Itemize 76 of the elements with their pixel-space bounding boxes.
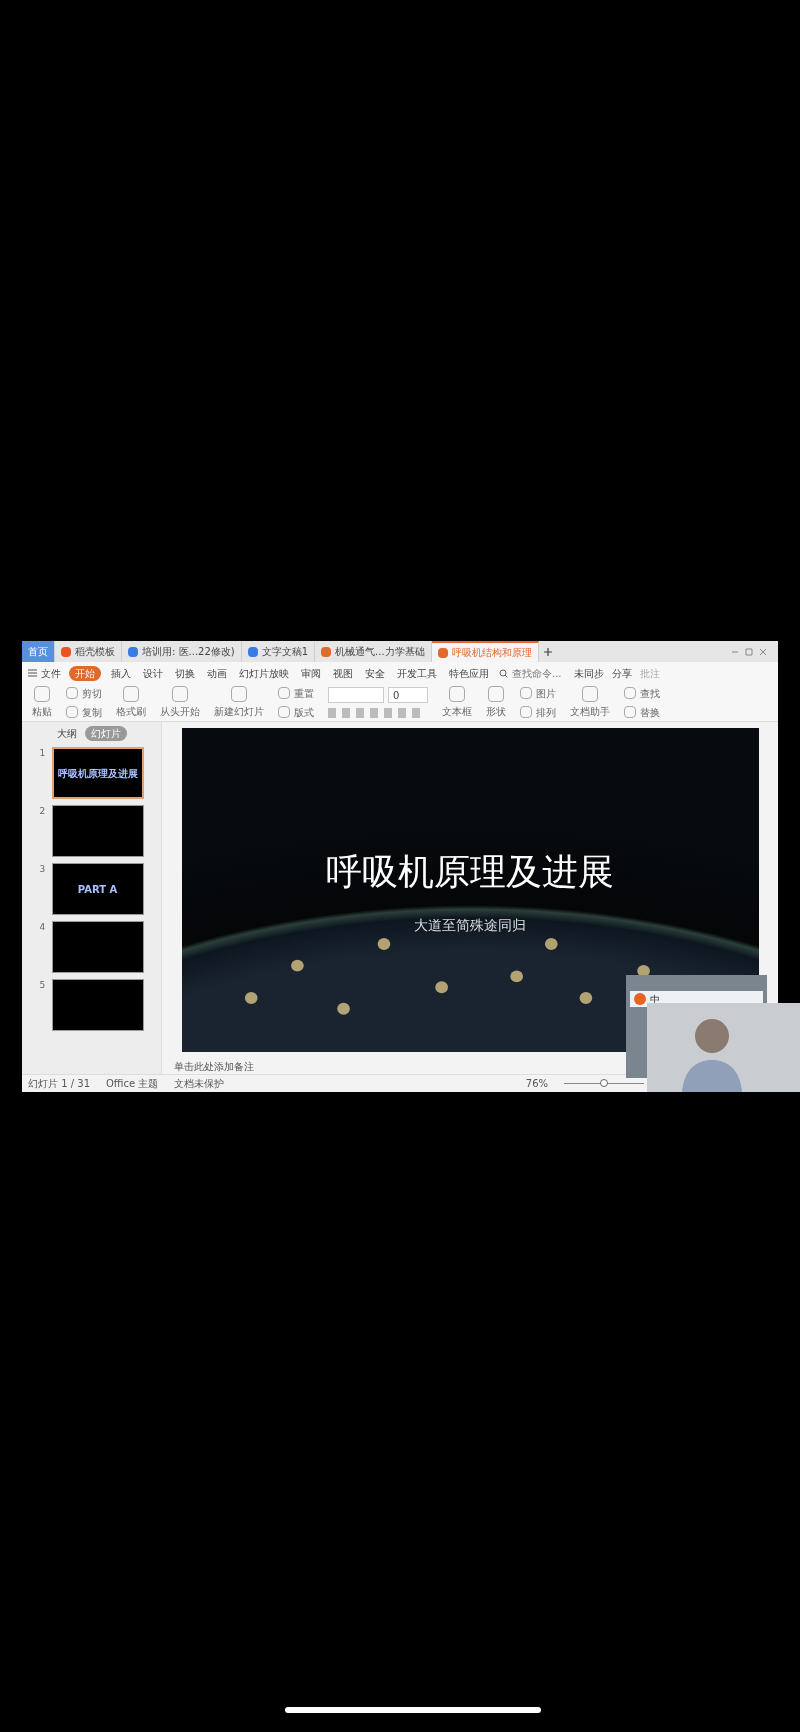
slide-number: 5 [39, 979, 47, 992]
toolbar-button[interactable]: 新建幻灯片 [210, 686, 268, 719]
ribbon-tab[interactable]: 动画 [205, 665, 229, 681]
slide-counter: 幻灯片 1 / 31 [28, 1077, 90, 1091]
slide-thumbnail[interactable]: PART A [51, 863, 144, 915]
tool-icon [231, 686, 247, 702]
new-tab-icon[interactable] [542, 646, 553, 657]
tool-icon [520, 687, 532, 699]
toolbar-button[interactable]: 文档助手 [566, 686, 614, 719]
slide-number: 4 [39, 921, 47, 934]
zoom-slider-thumb[interactable] [600, 1079, 608, 1087]
toolbar-button[interactable]: 剪切 [66, 685, 102, 701]
thumbnail-title: 呼吸机原理及进展 [57, 766, 138, 781]
tool-icon [449, 686, 465, 702]
font-name-field[interactable] [328, 686, 384, 703]
slide-thumbnail[interactable] [51, 921, 144, 973]
document-icon [321, 646, 332, 657]
ribbon-tab[interactable]: 设计 [141, 665, 165, 681]
slide-thumbnail[interactable]: 呼吸机原理及进展 [51, 747, 144, 799]
slide-number: 2 [39, 805, 47, 818]
toolbar-button[interactable]: 重置 [278, 685, 314, 701]
font-size-field[interactable]: 0 [388, 686, 428, 703]
tool-icon [66, 687, 78, 699]
slide-title: 呼吸机原理及进展 [326, 849, 614, 894]
tool-icon [278, 687, 290, 699]
toolbar-button[interactable]: 图片 [520, 685, 556, 701]
command-search-field[interactable]: 查找命令... [499, 665, 562, 681]
toolbar-button[interactable]: 形状 [482, 686, 510, 719]
tool-icon [488, 686, 504, 702]
tool-icon [624, 706, 636, 718]
menu-icon [28, 669, 37, 677]
slide-number: 3 [39, 863, 47, 876]
protection-status: 文档未保护 [174, 1077, 225, 1091]
ribbon-tab[interactable]: 插入 [109, 665, 133, 681]
toolbar-button[interactable]: 格式刷 [112, 686, 150, 719]
ribbon-tab[interactable]: 开发工具 [395, 665, 439, 681]
slide-thumbnail[interactable] [51, 805, 144, 857]
tool-icon [123, 686, 139, 702]
tool-icon [66, 706, 78, 718]
slide-subtitle: 大道至简殊途同归 [414, 915, 526, 935]
toolbar-button[interactable]: 粘贴 [28, 686, 56, 719]
notes-field[interactable]: 单击此处添加备注 [162, 1058, 266, 1074]
toolbar-button[interactable]: 文本框 [438, 686, 476, 719]
search-icon [499, 668, 508, 678]
ribbon-tab[interactable]: 幻灯片放映 [237, 665, 291, 681]
view-tab[interactable]: 大纲 [56, 726, 77, 741]
ribbon-tab[interactable]: 视图 [331, 665, 355, 681]
ribbon-tab[interactable]: 切换 [173, 665, 197, 681]
tool-icon [172, 686, 188, 702]
document-icon [61, 646, 71, 657]
toolbar-button[interactable]: 排列 [520, 704, 556, 720]
toolbar-button[interactable]: 查找 [624, 685, 660, 701]
toolbar-button[interactable]: 从头开始 [156, 686, 204, 719]
document-icon [247, 646, 258, 657]
tool-icon [582, 686, 598, 702]
ime-logo-icon [634, 993, 646, 1005]
zoom-level: 76% [525, 1077, 548, 1091]
slide-number: 1 [39, 747, 47, 760]
document-icon [437, 647, 448, 658]
toolbar-button[interactable]: 版式 [278, 704, 314, 720]
theme-name: Office 主题 [106, 1077, 159, 1091]
tool-icon [278, 706, 290, 718]
document-icon [128, 646, 138, 657]
ribbon-tab[interactable]: 审阅 [299, 665, 323, 681]
slide-thumbnail[interactable] [51, 979, 144, 1031]
ribbon-tab[interactable]: 特色应用 [447, 665, 491, 681]
toolbar-button[interactable]: 复制 [66, 704, 102, 720]
file-menu[interactable]: 文件 [28, 665, 61, 681]
ribbon-tab[interactable]: 安全 [363, 665, 387, 681]
share-button[interactable]: 分享 [611, 665, 632, 681]
tool-icon [520, 706, 532, 718]
tool-icon [624, 687, 636, 699]
tool-icon [34, 686, 50, 702]
thumbnail-title: PART A [77, 882, 118, 897]
sync-button[interactable]: 未同步 [573, 665, 604, 681]
toolbar-button[interactable]: 替换 [624, 704, 660, 720]
